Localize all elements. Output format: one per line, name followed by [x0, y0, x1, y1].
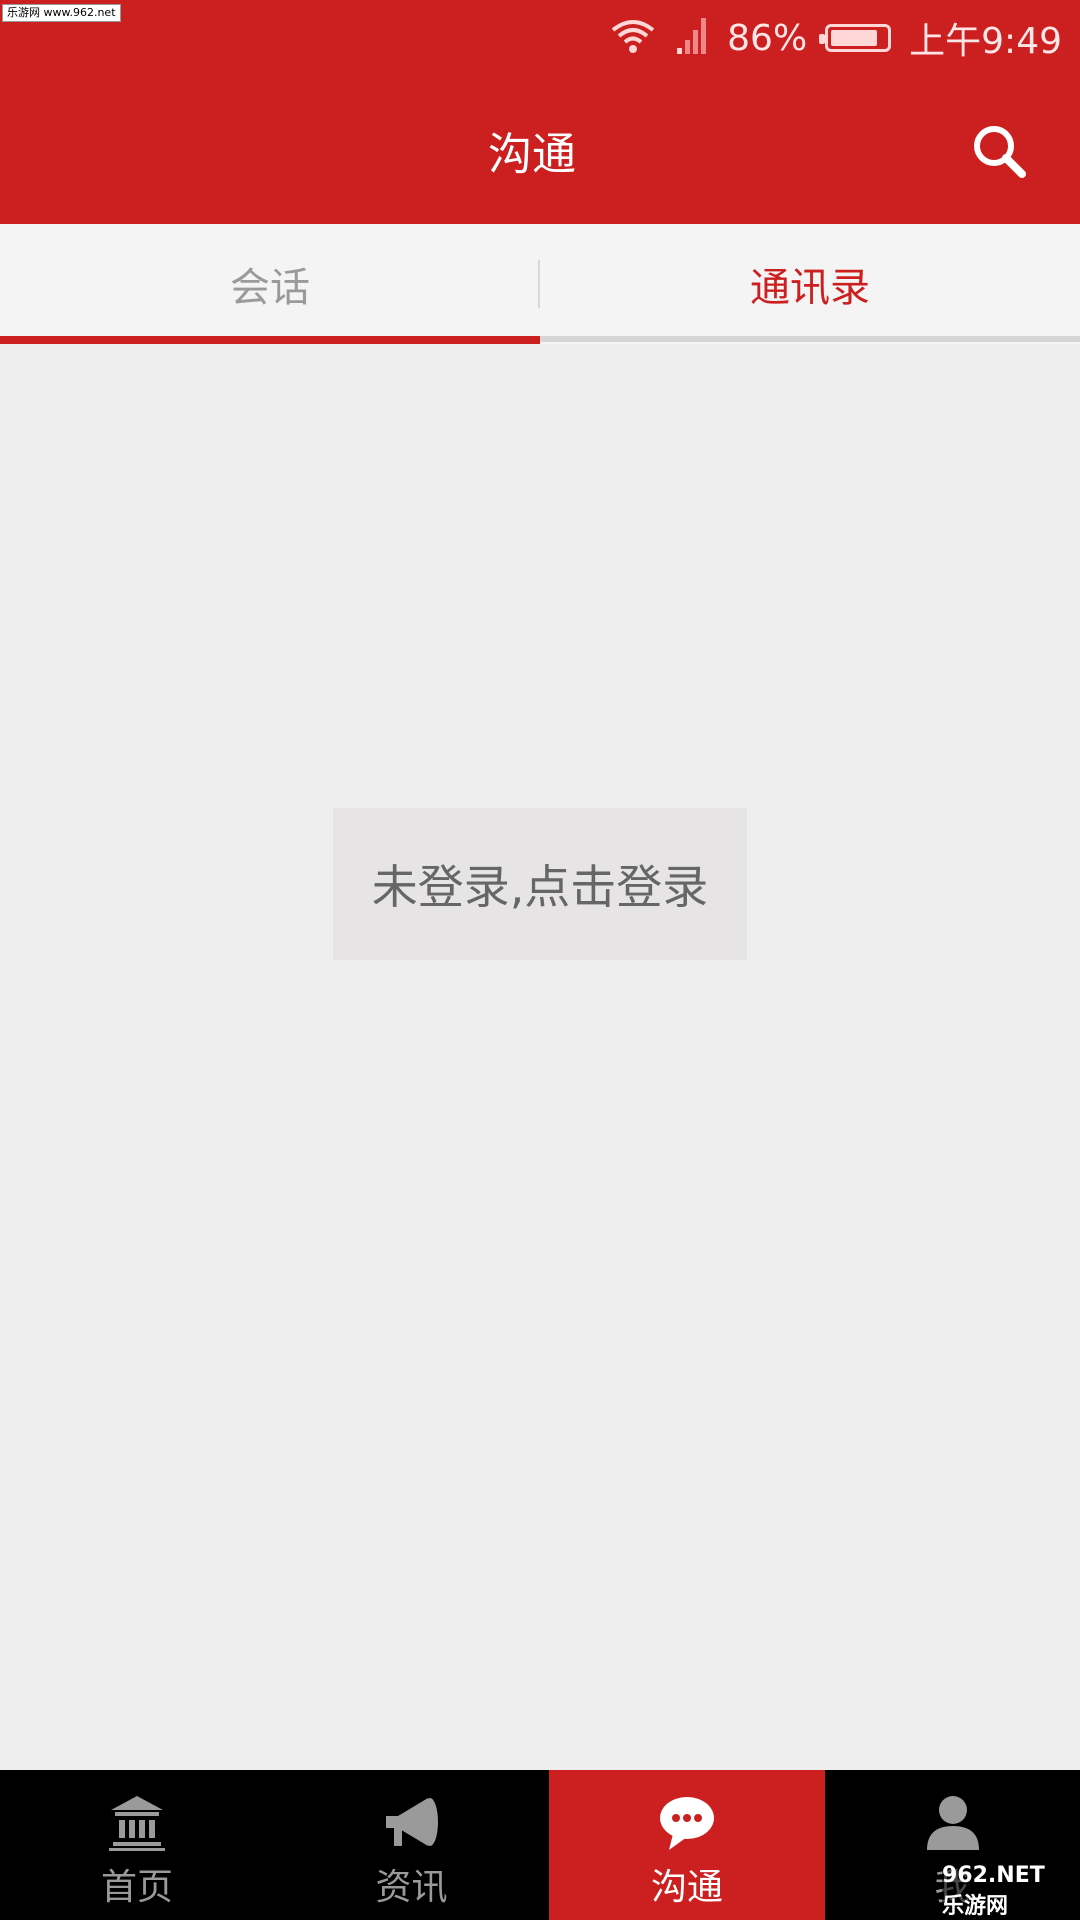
tab-contacts[interactable]: 通讯录	[540, 224, 1080, 344]
tab-indicator-track	[540, 336, 1080, 342]
bottom-nav: 首页 资讯 沟通	[0, 1770, 1080, 1920]
search-button[interactable]	[968, 120, 1032, 184]
battery-fill	[831, 30, 878, 46]
tab-conversations[interactable]: 会话	[0, 224, 540, 344]
battery-icon	[819, 24, 892, 52]
signal-icon	[675, 16, 709, 60]
wifi-icon	[609, 16, 657, 60]
chat-bubble-icon	[660, 1797, 714, 1850]
search-icon	[974, 126, 1026, 178]
login-button[interactable]: 未登录,点击登录	[333, 808, 747, 960]
nav-item-news[interactable]: 资讯	[274, 1770, 549, 1920]
app-bar: 沟通	[0, 76, 1080, 224]
battery-percent: 86%	[727, 17, 808, 59]
watermark-logo: 962.NET 乐游网	[942, 1863, 1072, 1919]
page-title: 沟通	[488, 129, 576, 180]
nav-label-chat: 沟通	[650, 1867, 723, 1908]
person-icon	[926, 1796, 979, 1850]
nav-item-home[interactable]: 首页	[0, 1770, 274, 1920]
watermark-label: 乐游网 www.962.net	[2, 4, 121, 22]
status-icons: 86% 上午9:49	[609, 14, 1062, 62]
tab-bar: 会话 通讯录	[0, 224, 1080, 344]
clock: 上午9:49	[909, 21, 1062, 62]
megaphone-icon	[385, 1798, 438, 1846]
nav-item-chat[interactable]: 沟通	[549, 1770, 825, 1920]
tab-indicator	[0, 336, 540, 344]
nav-label-home: 首页	[100, 1867, 173, 1908]
nav-label-news: 资讯	[375, 1867, 448, 1908]
status-bar: 乐游网 www.962.net 86% 上午9:49	[0, 0, 1080, 76]
bank-icon	[109, 1796, 165, 1851]
